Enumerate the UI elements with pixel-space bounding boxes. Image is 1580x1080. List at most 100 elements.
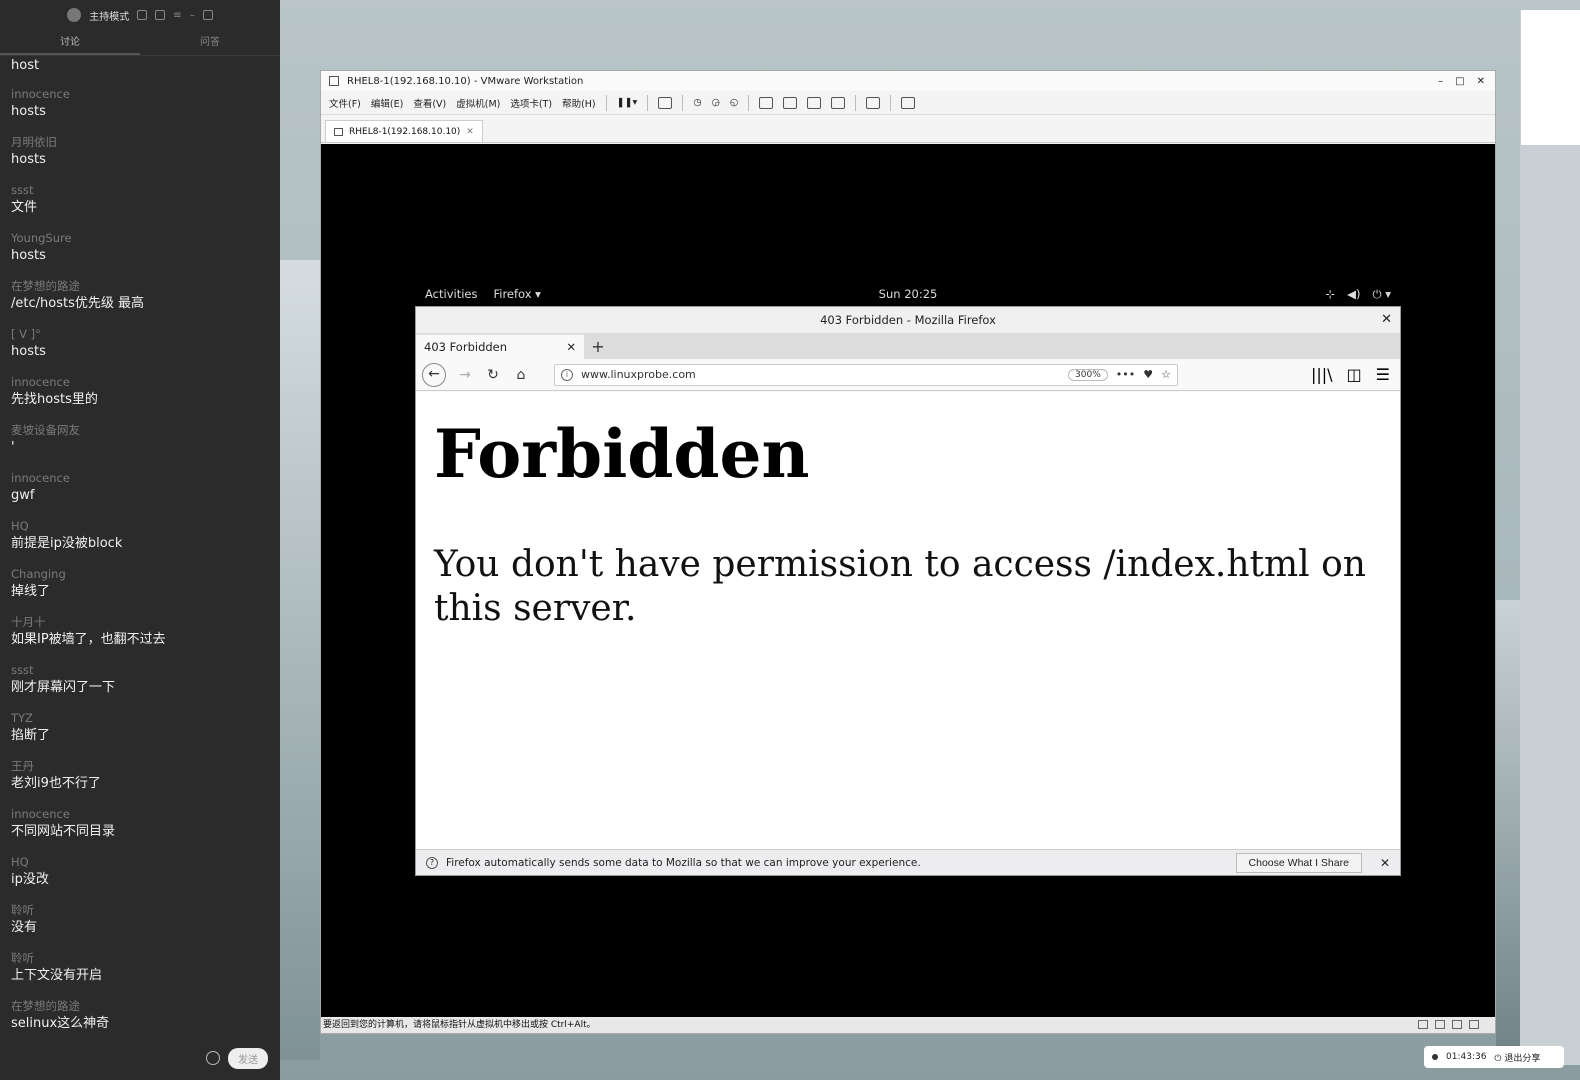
zoom-indicator[interactable]: 300% xyxy=(1068,368,1108,381)
list-item: innocence 先找hosts里的 xyxy=(11,374,280,422)
fullscreen-icon[interactable] xyxy=(807,96,822,109)
close-tab-icon[interactable]: ✕ xyxy=(566,340,576,354)
toolbar-separator xyxy=(647,94,649,111)
message-text: 掉线了 xyxy=(11,584,51,599)
new-tab-button[interactable]: + xyxy=(584,335,612,359)
menu-vm[interactable]: 虚拟机(M) xyxy=(456,96,500,110)
exit-share-label: 退出分享 xyxy=(1504,1053,1541,1064)
info-icon[interactable] xyxy=(137,10,148,20)
list-item: 聆听 没有 xyxy=(11,902,280,950)
sender-name: ssst xyxy=(11,663,34,677)
maximize-icon[interactable] xyxy=(202,10,213,20)
minimize-icon[interactable]: – xyxy=(190,10,195,21)
sender-name: 在梦想的路途 xyxy=(11,279,80,293)
message-text: hosts xyxy=(11,152,46,167)
recording-dot-icon xyxy=(1432,1054,1438,1060)
bookmark-star-icon[interactable]: ☆ xyxy=(1161,368,1171,381)
page-actions-icon[interactable]: ••• xyxy=(1116,368,1135,381)
list-item: YoungSure hosts xyxy=(11,230,280,278)
page-heading: Forbidden xyxy=(434,415,810,493)
pocket-icon[interactable]: ♥ xyxy=(1143,368,1153,381)
background-window-right xyxy=(1520,10,1580,1070)
unity-icon[interactable] xyxy=(831,96,846,109)
hamburger-menu-icon[interactable]: ☰ xyxy=(1376,365,1390,384)
console-icon[interactable] xyxy=(866,96,881,109)
send-ctrl-alt-del-icon[interactable] xyxy=(658,96,673,109)
toolbar-separator xyxy=(605,94,607,111)
snapshot-manager-icon[interactable]: ◵ xyxy=(730,97,738,108)
back-button[interactable]: ← xyxy=(422,362,446,387)
page-message: You don't have permission to access /ind… xyxy=(434,543,1366,629)
vm-screen[interactable]: Activities Firefox ▾ Sun 20:25 ⊹ ◀) ⏻ ▾ … xyxy=(321,144,1495,1018)
message-text: 老刘i9也不行了 xyxy=(11,776,101,791)
share-timer: 01:43:36 xyxy=(1446,1052,1487,1062)
thumbnail-icon[interactable] xyxy=(783,96,798,109)
snapshot-icon[interactable]: ◷ xyxy=(693,97,701,108)
network-icon[interactable]: ⊹ xyxy=(1325,287,1335,302)
list-item: 聆听 上下文没有开启 xyxy=(11,950,280,998)
library-icon[interactable] xyxy=(759,96,774,109)
sender-name: YoungSure xyxy=(11,231,72,245)
firefox-window: 403 Forbidden - Mozilla Firefox ✕ 403 Fo… xyxy=(415,306,1401,876)
close-icon[interactable]: ✕ xyxy=(1381,307,1392,333)
tab-vm[interactable]: RHEL8-1(192.168.10.10) ✕ xyxy=(325,120,483,142)
menu-icon[interactable]: ≡ xyxy=(173,10,181,21)
close-tab-icon[interactable]: ✕ xyxy=(466,127,474,137)
toolbar-separator xyxy=(682,94,684,111)
menu-view[interactable]: 查看(V) xyxy=(413,96,446,110)
vmware-window: RHEL8-1(192.168.10.10) - VMware Workstat… xyxy=(320,70,1496,1034)
tab-forbidden[interactable]: 403 Forbidden ✕ xyxy=(416,333,584,359)
emoji-icon[interactable] xyxy=(206,1051,220,1065)
menu-help[interactable]: 帮助(H) xyxy=(562,96,596,110)
site-info-icon[interactable]: i xyxy=(561,368,573,381)
message-text: 刚才屏幕闪了一下 xyxy=(11,680,116,695)
popout-icon[interactable] xyxy=(155,10,166,20)
sender-name: TYZ xyxy=(11,711,33,725)
list-item: innocence hosts xyxy=(11,86,280,134)
sender-name: innocence xyxy=(11,375,70,389)
sender-name: 聆听 xyxy=(11,951,34,965)
firefox-titlebar: 403 Forbidden - Mozilla Firefox ✕ xyxy=(416,307,1400,333)
send-button[interactable]: 发送 xyxy=(228,1047,268,1069)
hdd-icon[interactable] xyxy=(1418,1020,1428,1029)
home-button[interactable]: ⌂ xyxy=(512,367,530,383)
menu-edit[interactable]: 编辑(E) xyxy=(371,96,403,110)
tab-discussion[interactable]: 讨论 xyxy=(0,30,140,55)
menu-tabs[interactable]: 选项卡(T) xyxy=(510,96,552,110)
list-item: 在梦想的路途/etc/hosts优先级 最高 xyxy=(11,278,280,326)
menu-file[interactable]: 文件(F) xyxy=(329,96,361,110)
vmware-tabbar: RHEL8-1(192.168.10.10) ✕ xyxy=(321,115,1495,143)
stretch-icon[interactable] xyxy=(901,96,916,109)
power-icon[interactable]: ⏻ ▾ xyxy=(1372,287,1391,302)
maximize-button[interactable]: □ xyxy=(1455,76,1464,87)
revert-snapshot-icon[interactable]: ◶ xyxy=(712,97,720,108)
tab-label: 403 Forbidden xyxy=(424,340,508,354)
sender-name: 王丹 xyxy=(11,759,34,773)
clock[interactable]: Sun 20:25 xyxy=(415,287,1401,301)
reload-button[interactable]: ↻ xyxy=(484,367,502,383)
list-item: 十月十 如果IP被墙了，也翻不过去 xyxy=(11,614,280,662)
pause-icon[interactable]: ❚❚▾ xyxy=(617,97,638,108)
vm-icon xyxy=(334,127,343,136)
firefox-tabbar: 403 Forbidden ✕ + xyxy=(416,333,1400,359)
volume-icon[interactable]: ◀) xyxy=(1347,287,1360,302)
sender-name: innocence xyxy=(11,471,70,485)
choose-what-i-share-button[interactable]: Choose What I Share xyxy=(1235,852,1362,873)
tab-qa[interactable]: 问答 xyxy=(140,30,280,55)
message-text: 掐断了 xyxy=(11,728,51,743)
url-bar[interactable]: i www.linuxprobe.com 300% ••• ♥ ☆ xyxy=(554,363,1178,386)
cd-icon[interactable] xyxy=(1435,1020,1445,1029)
library-icon[interactable]: |||\ xyxy=(1311,365,1333,384)
exit-share-button[interactable]: ⏻ 退出分享 xyxy=(1494,1051,1540,1064)
close-button[interactable]: ✕ xyxy=(1477,76,1485,87)
message-icon[interactable] xyxy=(1469,1020,1479,1029)
firefox-window-title: 403 Forbidden - Mozilla Firefox xyxy=(820,313,996,327)
network-adapter-icon[interactable] xyxy=(1452,1020,1462,1029)
forward-button[interactable]: → xyxy=(456,367,474,383)
url-text[interactable]: www.linuxprobe.com xyxy=(581,368,1060,381)
close-icon[interactable]: ✕ xyxy=(1380,856,1390,870)
minimize-button[interactable]: – xyxy=(1438,76,1443,87)
message-list: host innocence hosts 月明依旧 hosts ssst 文件 YoungS… xyxy=(0,56,280,1036)
sidebar-icon[interactable]: ◫ xyxy=(1347,365,1362,384)
list-item: host xyxy=(11,56,280,86)
